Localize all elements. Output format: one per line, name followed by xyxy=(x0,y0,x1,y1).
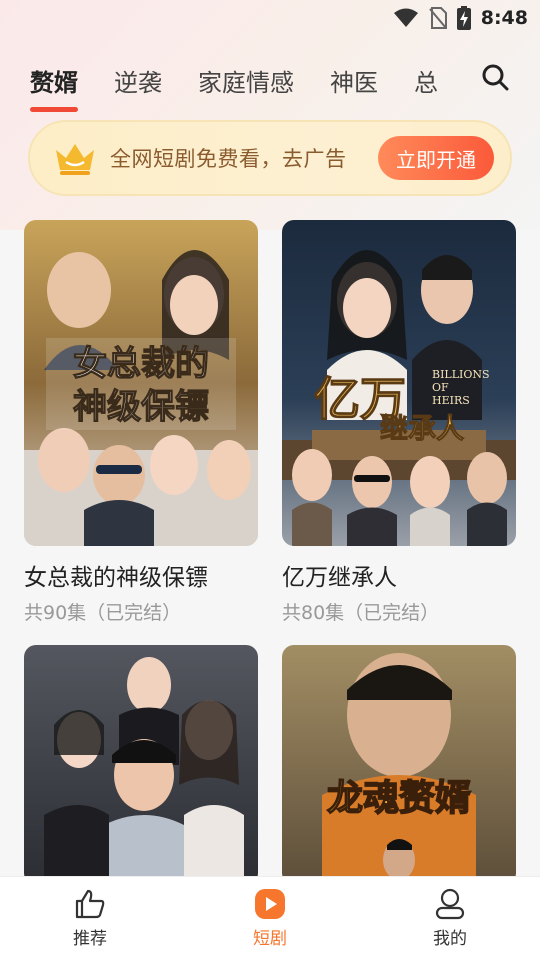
drama-card[interactable]: 女总裁的 神级保镖 女总裁的神级保镖 共90集（已完结） xyxy=(24,220,258,625)
category-tabs: 赘婿 逆袭 家庭情感 神医 总 xyxy=(30,52,510,112)
drama-episodes: 共80集（已完结） xyxy=(282,602,440,624)
vip-promo-banner[interactable]: 全网短剧免费看，去广告 立即开通 xyxy=(28,120,512,196)
drama-poster[interactable]: 亿万 继承人 BILLIONS OF HEIRS xyxy=(282,220,516,546)
drama-card[interactable] xyxy=(24,645,258,885)
poster-title: 龙魂赘婿 xyxy=(327,777,471,819)
tab-label: 神医 xyxy=(330,68,378,97)
drama-title: 女总裁的神级保镖 xyxy=(24,565,208,591)
search-icon[interactable] xyxy=(480,62,510,92)
active-tab-indicator xyxy=(30,106,78,112)
nav-recommend[interactable]: 推荐 xyxy=(0,877,180,960)
poster-en-line2: OF xyxy=(432,381,449,394)
tab-shenyi[interactable]: 神医 xyxy=(330,63,378,98)
drama-card[interactable]: 龙魂赘婿 xyxy=(282,645,516,885)
tab-nixi[interactable]: 逆袭 xyxy=(114,63,162,98)
drama-poster[interactable]: 龙魂赘婿 xyxy=(282,645,516,885)
play-icon xyxy=(255,889,285,919)
tab-zong[interactable]: 总 xyxy=(414,63,438,98)
poster-title-sub: 继承人 xyxy=(380,412,464,445)
thumbs-up-icon xyxy=(75,889,105,919)
no-sim-icon xyxy=(428,7,447,29)
wifi-icon xyxy=(393,8,418,27)
nav-label: 短剧 xyxy=(253,929,287,949)
poster-title-line2: 神级保镖 xyxy=(73,387,209,427)
bottom-navigation: 推荐 短剧 我的 xyxy=(0,876,540,960)
drama-title: 亿万继承人 xyxy=(282,565,397,591)
nav-label: 我的 xyxy=(433,929,467,949)
nav-label: 推荐 xyxy=(73,929,107,949)
drama-episodes: 共90集（已完结） xyxy=(24,602,182,624)
poster-en-line1: BILLIONS xyxy=(432,368,490,381)
nav-short-drama[interactable]: 短剧 xyxy=(180,877,360,960)
tab-zhuixu[interactable]: 赘婿 xyxy=(30,63,78,112)
battery-charging-icon xyxy=(456,6,471,30)
poster-en-line3: HEIRS xyxy=(432,394,470,407)
crown-icon xyxy=(56,144,94,175)
tab-label: 逆袭 xyxy=(114,68,162,97)
status-bar: 8:48 xyxy=(0,0,540,36)
poster-title-line1: 女总裁的 xyxy=(73,344,209,384)
activate-vip-button[interactable]: 立即开通 xyxy=(378,136,494,180)
tab-label: 家庭情感 xyxy=(198,68,294,97)
banner-text: 全网短剧免费看，去广告 xyxy=(110,147,347,171)
drama-poster[interactable] xyxy=(24,645,258,885)
clock: 8:48 xyxy=(480,7,528,29)
tab-family-emotion[interactable]: 家庭情感 xyxy=(198,63,294,98)
tab-label: 总 xyxy=(414,68,438,97)
nav-profile[interactable]: 我的 xyxy=(360,877,540,960)
tab-label: 赘婿 xyxy=(30,68,78,97)
drama-card[interactable]: 亿万 继承人 BILLIONS OF HEIRS 亿万继承人 共80集（已完结） xyxy=(282,220,516,625)
drama-poster[interactable]: 女总裁的 神级保镖 xyxy=(24,220,258,546)
user-icon xyxy=(435,888,465,920)
